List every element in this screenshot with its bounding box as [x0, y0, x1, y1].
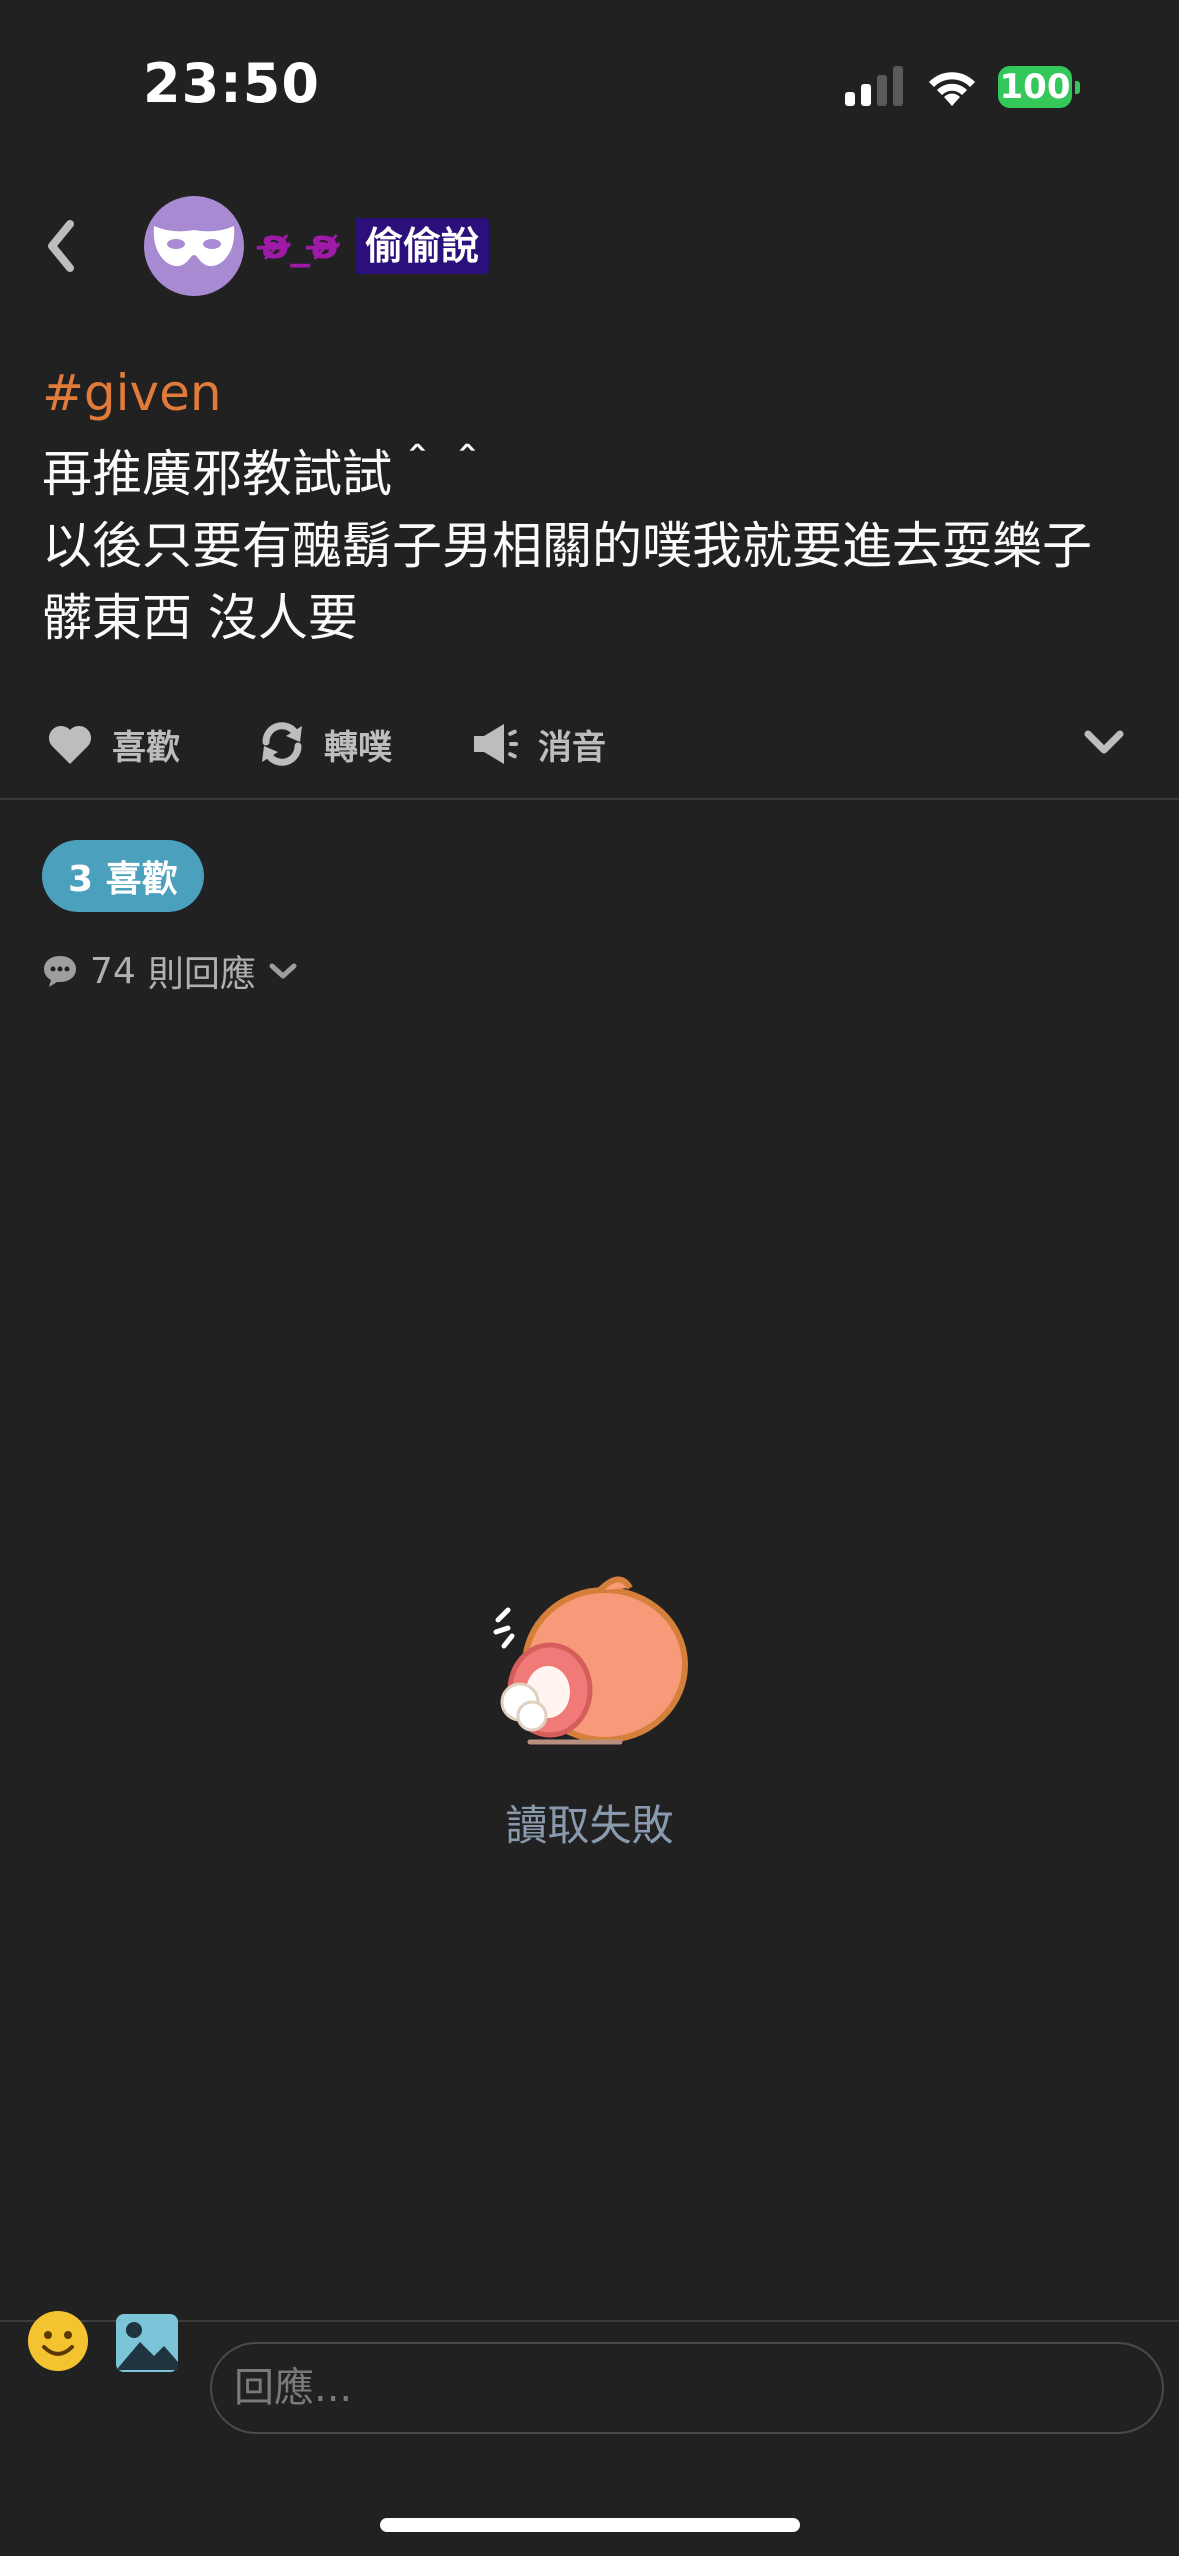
- post-content: 再推廣邪教試試＾＾ 以後只要有醜鬍子男相關的噗我就要進去耍樂子 髒東西 沒人要: [42, 445, 1092, 647]
- battery-tip: [1075, 81, 1080, 94]
- error-mascot-icon: [493, 1576, 688, 1745]
- responses-toggle[interactable]: 74 則回應: [42, 948, 298, 995]
- megaphone-icon: [474, 724, 518, 764]
- responses-count: 74: [90, 950, 136, 992]
- anonymous-badge: 偷偷說: [355, 218, 490, 274]
- error-message: 讀取失敗: [505, 1801, 674, 1850]
- cellular-signal-icon: [845, 66, 903, 106]
- responses-label: 則回應: [147, 954, 256, 995]
- mute-button[interactable]: 消音: [472, 718, 606, 770]
- status-time: 23:50: [143, 52, 320, 115]
- heart-icon: [48, 725, 92, 764]
- home-indicator[interactable]: [380, 2518, 800, 2532]
- chevron-down-icon: [269, 963, 297, 979]
- replurk-button[interactable]: 轉噗: [258, 718, 392, 770]
- refresh-icon: [262, 722, 302, 766]
- post-hashtag[interactable]: #given: [42, 364, 222, 422]
- wifi-icon: [929, 72, 975, 106]
- mask-icon: [153, 226, 235, 267]
- divider: [0, 798, 1179, 800]
- battery-indicator: 100: [998, 66, 1080, 110]
- username[interactable]: ʚ̴̶̷_ʚ̴̶̷: [261, 222, 340, 268]
- likes-count-pill[interactable]: 3 喜歡: [42, 840, 204, 912]
- emoji-icon[interactable]: [26, 2309, 90, 2373]
- like-label: 喜歡: [112, 727, 180, 768]
- mute-label: 消音: [538, 727, 606, 768]
- battery-level: 100: [998, 66, 1072, 108]
- reply-input[interactable]: [210, 2342, 1164, 2434]
- chevron-down-icon[interactable]: [1084, 728, 1124, 758]
- comment-icon: [44, 956, 76, 987]
- back-chevron-icon[interactable]: [40, 214, 80, 278]
- avatar[interactable]: [144, 196, 244, 296]
- image-upload-icon[interactable]: [114, 2312, 180, 2374]
- replurk-label: 轉噗: [324, 727, 392, 768]
- like-button[interactable]: 喜歡: [46, 718, 180, 770]
